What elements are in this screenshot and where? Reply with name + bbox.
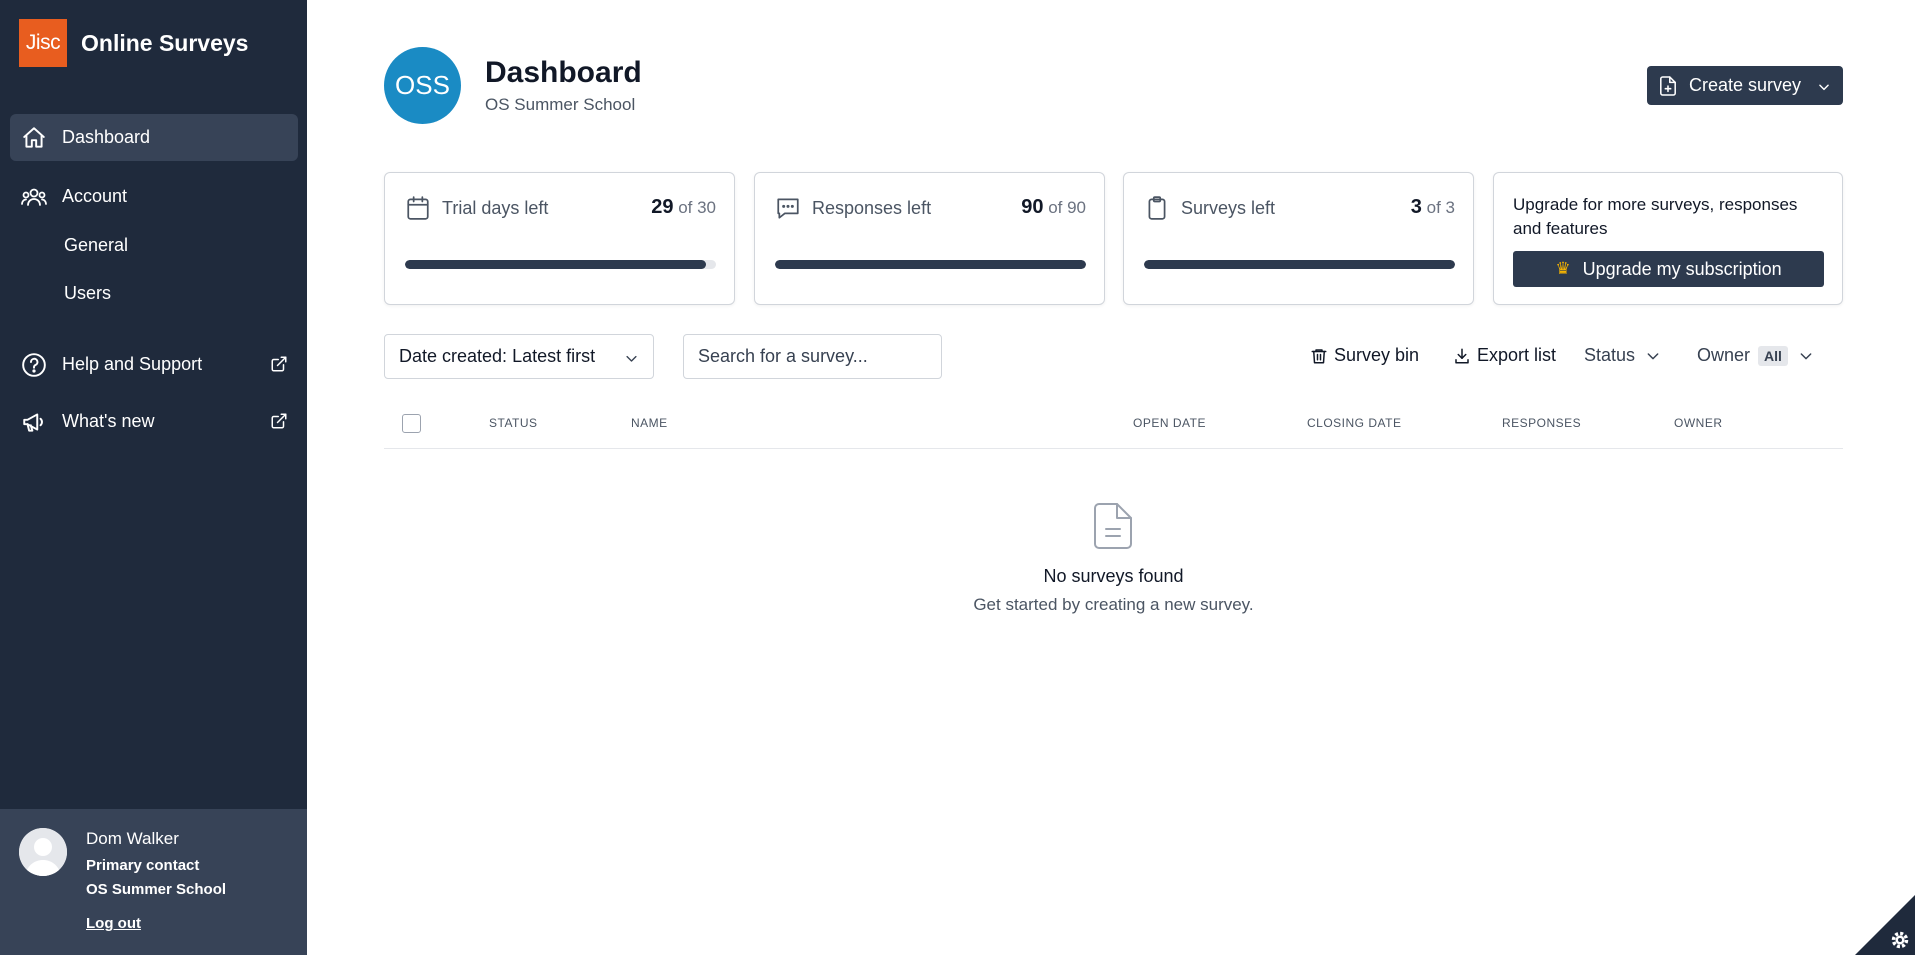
sidebar-subitem-users[interactable]: Users — [64, 283, 111, 304]
progress-fill — [1144, 260, 1455, 269]
create-survey-button[interactable]: Create survey — [1647, 66, 1843, 105]
cookie-settings-button[interactable] — [1855, 895, 1915, 955]
column-header-closing-date[interactable]: CLOSING DATE — [1307, 416, 1401, 430]
calendar-icon — [405, 195, 431, 221]
empty-state-title: No surveys found — [1043, 566, 1184, 586]
chevron-down-icon — [624, 350, 639, 371]
column-header-status[interactable]: STATUS — [489, 416, 538, 430]
stat-value: 90 of 90 — [1021, 196, 1086, 218]
user-name: Dom Walker — [86, 829, 179, 848]
download-icon — [1453, 346, 1471, 366]
sidebar-item-account[interactable]: Account — [10, 173, 298, 220]
search-input[interactable] — [683, 334, 942, 379]
page-title: Dashboard — [485, 56, 642, 89]
table-header: STATUS NAME OPEN DATE CLOSING DATE RESPO… — [384, 408, 1843, 449]
stat-card-trial-days: Trial days left 29 of 30 — [384, 172, 735, 305]
export-list-label: Export list — [1477, 345, 1557, 365]
empty-state-subtitle: Get started by creating a new survey. — [973, 595, 1254, 614]
user-panel: Dom Walker Primary contact OS Summer Sch… — [0, 809, 307, 955]
sidebar-item-label: What's new — [62, 411, 155, 431]
export-list-button[interactable]: Export list — [1453, 345, 1556, 366]
progress-fill — [405, 260, 706, 269]
column-header-name[interactable]: NAME — [631, 416, 668, 430]
message-icon — [775, 195, 801, 221]
column-header-owner[interactable]: OWNER — [1674, 416, 1723, 430]
create-survey-label: Create survey — [1689, 75, 1802, 95]
sidebar-item-label: Account — [62, 186, 128, 206]
stat-value: 29 of 30 — [651, 196, 716, 218]
upgrade-subscription-button[interactable]: ♛ Upgrade my subscription — [1513, 251, 1824, 287]
crown-icon: ♛ — [1555, 259, 1571, 278]
chevron-down-icon — [1645, 348, 1661, 364]
owner-filter[interactable]: Owner All — [1697, 345, 1814, 366]
chevron-down-icon — [1798, 348, 1814, 364]
progress-bar — [405, 260, 716, 269]
sidebar-subitem-general[interactable]: General — [64, 235, 128, 256]
megaphone-icon — [20, 408, 48, 436]
help-circle-icon — [20, 351, 48, 379]
external-link-icon — [270, 355, 288, 373]
document-icon — [1093, 502, 1133, 550]
progress-bar — [1144, 260, 1455, 269]
users-icon — [20, 183, 48, 211]
sidebar-item-label: Dashboard — [62, 127, 151, 147]
app-title: Online Surveys — [81, 29, 249, 56]
survey-bin-label: Survey bin — [1334, 345, 1420, 365]
column-header-responses[interactable]: RESPONSES — [1502, 416, 1581, 430]
progress-fill — [775, 260, 1086, 269]
org-avatar: OSS — [384, 47, 461, 124]
sidebar-item-dashboard[interactable]: Dashboard — [10, 114, 298, 161]
stat-card-surveys: Surveys left 3 of 3 — [1123, 172, 1474, 305]
owner-filter-value: All — [1758, 345, 1788, 366]
user-org: OS Summer School — [86, 881, 227, 898]
sidebar-item-whats-new[interactable]: What's new — [10, 398, 298, 445]
file-plus-icon — [1659, 75, 1677, 96]
owner-filter-label: Owner — [1697, 345, 1751, 365]
brand[interactable]: Jisc Online Surveys — [19, 19, 248, 67]
sidebar-item-help[interactable]: Help and Support — [10, 341, 298, 388]
home-icon — [20, 124, 48, 152]
status-filter[interactable]: Status — [1584, 345, 1661, 366]
stat-label: Trial days left — [442, 198, 549, 218]
avatar — [19, 828, 67, 876]
jisc-logo: Jisc — [19, 19, 67, 67]
upgrade-button-label: Upgrade my subscription — [1582, 258, 1782, 279]
progress-bar — [775, 260, 1086, 269]
logout-link[interactable]: Log out — [86, 915, 141, 932]
upgrade-text: Upgrade for more surveys, responses and … — [1513, 195, 1798, 238]
chevron-down-icon — [1817, 78, 1831, 99]
stat-label: Responses left — [812, 198, 932, 218]
clipboard-icon — [1144, 195, 1170, 221]
trash-icon — [1310, 346, 1328, 366]
status-filter-label: Status — [1584, 345, 1636, 365]
stat-card-responses: Responses left 90 of 90 — [754, 172, 1105, 305]
sidebar: Jisc Online Surveys Dashboard Account Ge… — [0, 0, 307, 955]
page-subtitle: OS Summer School — [485, 95, 636, 114]
survey-bin-button[interactable]: Survey bin — [1310, 345, 1419, 366]
external-link-icon — [270, 412, 288, 430]
sort-select[interactable]: Date created: Latest first — [384, 334, 654, 379]
column-header-open-date[interactable]: OPEN DATE — [1133, 416, 1206, 430]
stat-label: Surveys left — [1181, 198, 1276, 218]
sidebar-item-label: Help and Support — [62, 354, 203, 374]
sort-select-value: Date created: Latest first — [399, 346, 596, 366]
user-role: Primary contact — [86, 857, 200, 874]
stat-value: 3 of 3 — [1410, 196, 1455, 218]
select-all-checkbox[interactable] — [402, 414, 421, 433]
upgrade-card: Upgrade for more surveys, responses and … — [1493, 172, 1843, 305]
